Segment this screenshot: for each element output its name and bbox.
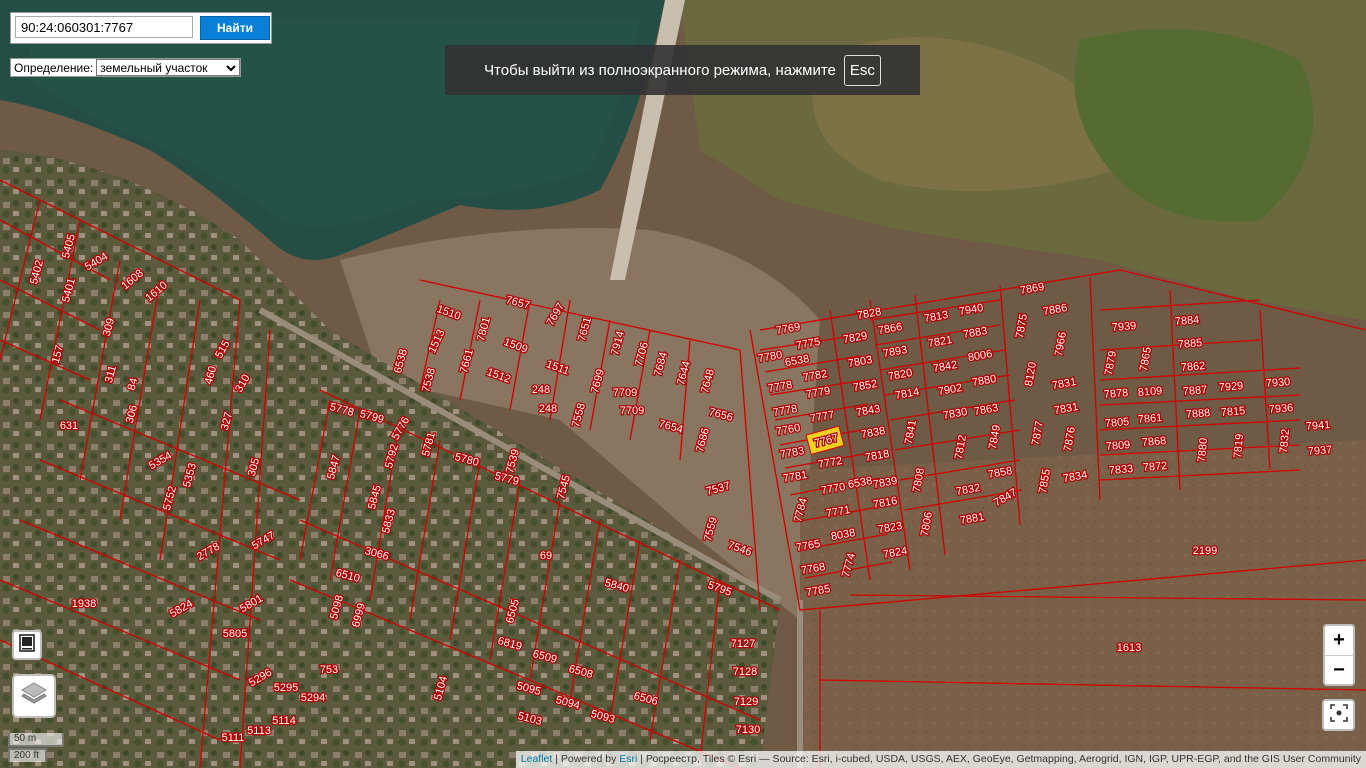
parcel-label[interactable]: 7878 — [1102, 386, 1130, 403]
parcel-label[interactable]: 2199 — [1191, 544, 1218, 559]
parcel-label[interactable]: 5295 — [272, 681, 299, 696]
parcel-label[interactable]: 7819 — [1231, 432, 1248, 460]
scale-bar: 50 m 200 ft — [8, 733, 64, 762]
zoom-out-button[interactable]: − — [1325, 656, 1353, 685]
parcel-label[interactable]: 7884 — [1173, 313, 1201, 330]
zoom-in-button[interactable]: + — [1325, 626, 1353, 656]
parcel-label[interactable]: 5294 — [299, 691, 326, 706]
locate-button[interactable] — [1322, 699, 1355, 731]
parcel-label[interactable]: 7929 — [1217, 379, 1245, 396]
layers-button[interactable] — [12, 674, 56, 718]
parcel-label[interactable]: 753 — [319, 663, 340, 678]
layers-icon — [20, 681, 48, 712]
parcel-label[interactable]: 7709 — [618, 404, 645, 419]
parcel-label[interactable]: 5111 — [220, 731, 245, 746]
parcel-label[interactable]: 7861 — [1136, 411, 1164, 428]
parcel-label[interactable]: 5114 — [271, 714, 297, 729]
parcel-label[interactable]: 7868 — [1140, 434, 1168, 451]
definition-label: Определение: — [14, 60, 94, 75]
parcel-label[interactable]: 7862 — [1179, 359, 1207, 376]
parcel-label[interactable]: 7832 — [1277, 427, 1294, 455]
fullscreen-notice-text: Чтобы выйти из полноэкранного режима, на… — [484, 61, 836, 79]
esc-key-badge: Esc — [843, 54, 881, 86]
attribution-text: | Росреестр, Tiles © Esri — Source: Esri… — [640, 753, 1361, 765]
parcel-label[interactable]: 7130 — [734, 723, 761, 738]
definition-select[interactable]: земельный участок — [96, 59, 241, 76]
definition-selected-value: земельный участок — [100, 60, 208, 75]
parcel-label[interactable]: 7937 — [1306, 443, 1334, 460]
map-attribution: Leaflet | Powered by Esri | Росреестр, T… — [515, 751, 1366, 768]
parcel-label[interactable]: 7128 — [731, 665, 758, 680]
definition-row: Определение: земельный участок — [10, 58, 242, 77]
parcel-label[interactable]: 7930 — [1264, 375, 1292, 392]
parcel-label[interactable]: 7888 — [1184, 406, 1212, 423]
esri-link[interactable]: Esri — [619, 753, 637, 765]
parcel-label[interactable]: 8109 — [1136, 384, 1164, 401]
map-view[interactable]: 7769 7775 7780 6538 7782 7778 7779 7778 7777 7760… — [0, 0, 1366, 768]
zoom-control: + − — [1323, 624, 1355, 686]
scale-metric: 50 m — [8, 733, 64, 747]
parcel-label[interactable]: 7941 — [1304, 418, 1332, 435]
parcel-label[interactable]: 5805 — [221, 627, 248, 642]
powered-by-text: Powered by — [560, 753, 617, 765]
parcel-label[interactable]: 69 — [539, 549, 554, 564]
parcel-label[interactable]: 7815 — [1219, 404, 1247, 421]
parcel-label[interactable]: 248 — [538, 402, 559, 417]
parcel-label[interactable]: 248 — [531, 383, 552, 398]
print-icon — [18, 633, 36, 657]
parcel-label[interactable]: 7885 — [1176, 336, 1204, 353]
parcel-label[interactable]: 1613 — [1115, 641, 1142, 656]
locate-icon — [1329, 703, 1348, 727]
parcel-label[interactable]: 7127 — [729, 637, 756, 652]
parcel-label[interactable]: 7805 — [1103, 415, 1131, 432]
leaflet-link[interactable]: Leaflet — [521, 753, 553, 765]
parcel-label[interactable]: 7872 — [1141, 459, 1169, 476]
parcel-label[interactable]: 7833 — [1107, 462, 1135, 479]
cadastral-number-input[interactable] — [15, 16, 193, 38]
parcel-label[interactable]: 5113 — [246, 724, 272, 739]
search-button[interactable]: Найти — [200, 16, 270, 40]
parcel-label[interactable]: 7880 — [1195, 436, 1212, 464]
parcel-label[interactable]: 7809 — [1104, 438, 1132, 455]
parcel-label[interactable]: 7709 — [611, 386, 638, 401]
parcel-label[interactable]: 7887 — [1181, 383, 1209, 400]
scale-imperial: 200 ft — [8, 748, 47, 762]
fullscreen-exit-notice: Чтобы выйти из полноэкранного режима, на… — [445, 45, 920, 95]
satellite-imagery: 776977757780 653877827778 77797778 77777760… — [0, 0, 1366, 768]
cadastral-search-box: Найти — [10, 12, 272, 44]
print-button[interactable] — [12, 630, 42, 660]
parcel-label[interactable]: 7936 — [1267, 401, 1295, 418]
parcel-label[interactable]: 1938 — [70, 597, 97, 612]
chevron-down-icon — [226, 61, 236, 75]
parcel-label[interactable]: 7939 — [1110, 319, 1138, 336]
parcel-label[interactable]: 7129 — [732, 695, 759, 710]
parcel-label[interactable]: 631 — [59, 419, 80, 434]
